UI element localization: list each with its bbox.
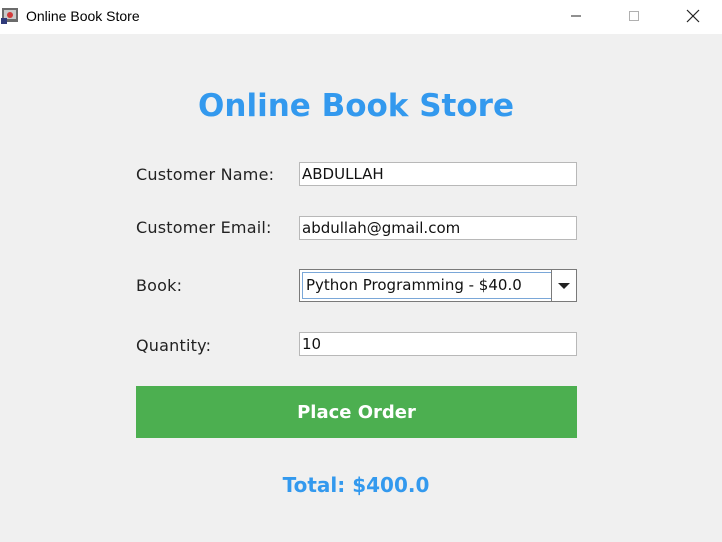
customer-email-label: Customer Email: (136, 218, 272, 237)
quantity-label: Quantity: (136, 336, 212, 355)
quantity-input[interactable] (299, 332, 577, 356)
total-label: Total: $400.0 (282, 473, 430, 497)
place-order-button[interactable]: Place Order (136, 386, 577, 438)
java-app-icon (1, 8, 18, 24)
maximize-icon (629, 11, 639, 21)
book-select[interactable]: Python Programming - $40.0 (299, 269, 577, 302)
book-selected-value: Python Programming - $40.0 (302, 272, 552, 299)
order-form: Online Book Store Customer Name: Custome… (0, 34, 722, 542)
customer-name-input[interactable] (299, 162, 577, 186)
customer-email-input[interactable] (299, 216, 577, 240)
maximize-button[interactable] (611, 0, 657, 32)
minimize-button[interactable] (553, 0, 599, 32)
page-title: Online Book Store (198, 88, 514, 124)
dropdown-button[interactable] (551, 270, 576, 301)
window-title: Online Book Store (26, 8, 140, 24)
title-bar: Online Book Store (0, 0, 722, 34)
close-icon (686, 9, 700, 23)
close-button[interactable] (670, 0, 716, 32)
minimize-icon (571, 15, 581, 17)
customer-name-label: Customer Name: (136, 165, 275, 184)
chevron-down-icon (558, 282, 570, 289)
book-label: Book: (136, 276, 183, 295)
